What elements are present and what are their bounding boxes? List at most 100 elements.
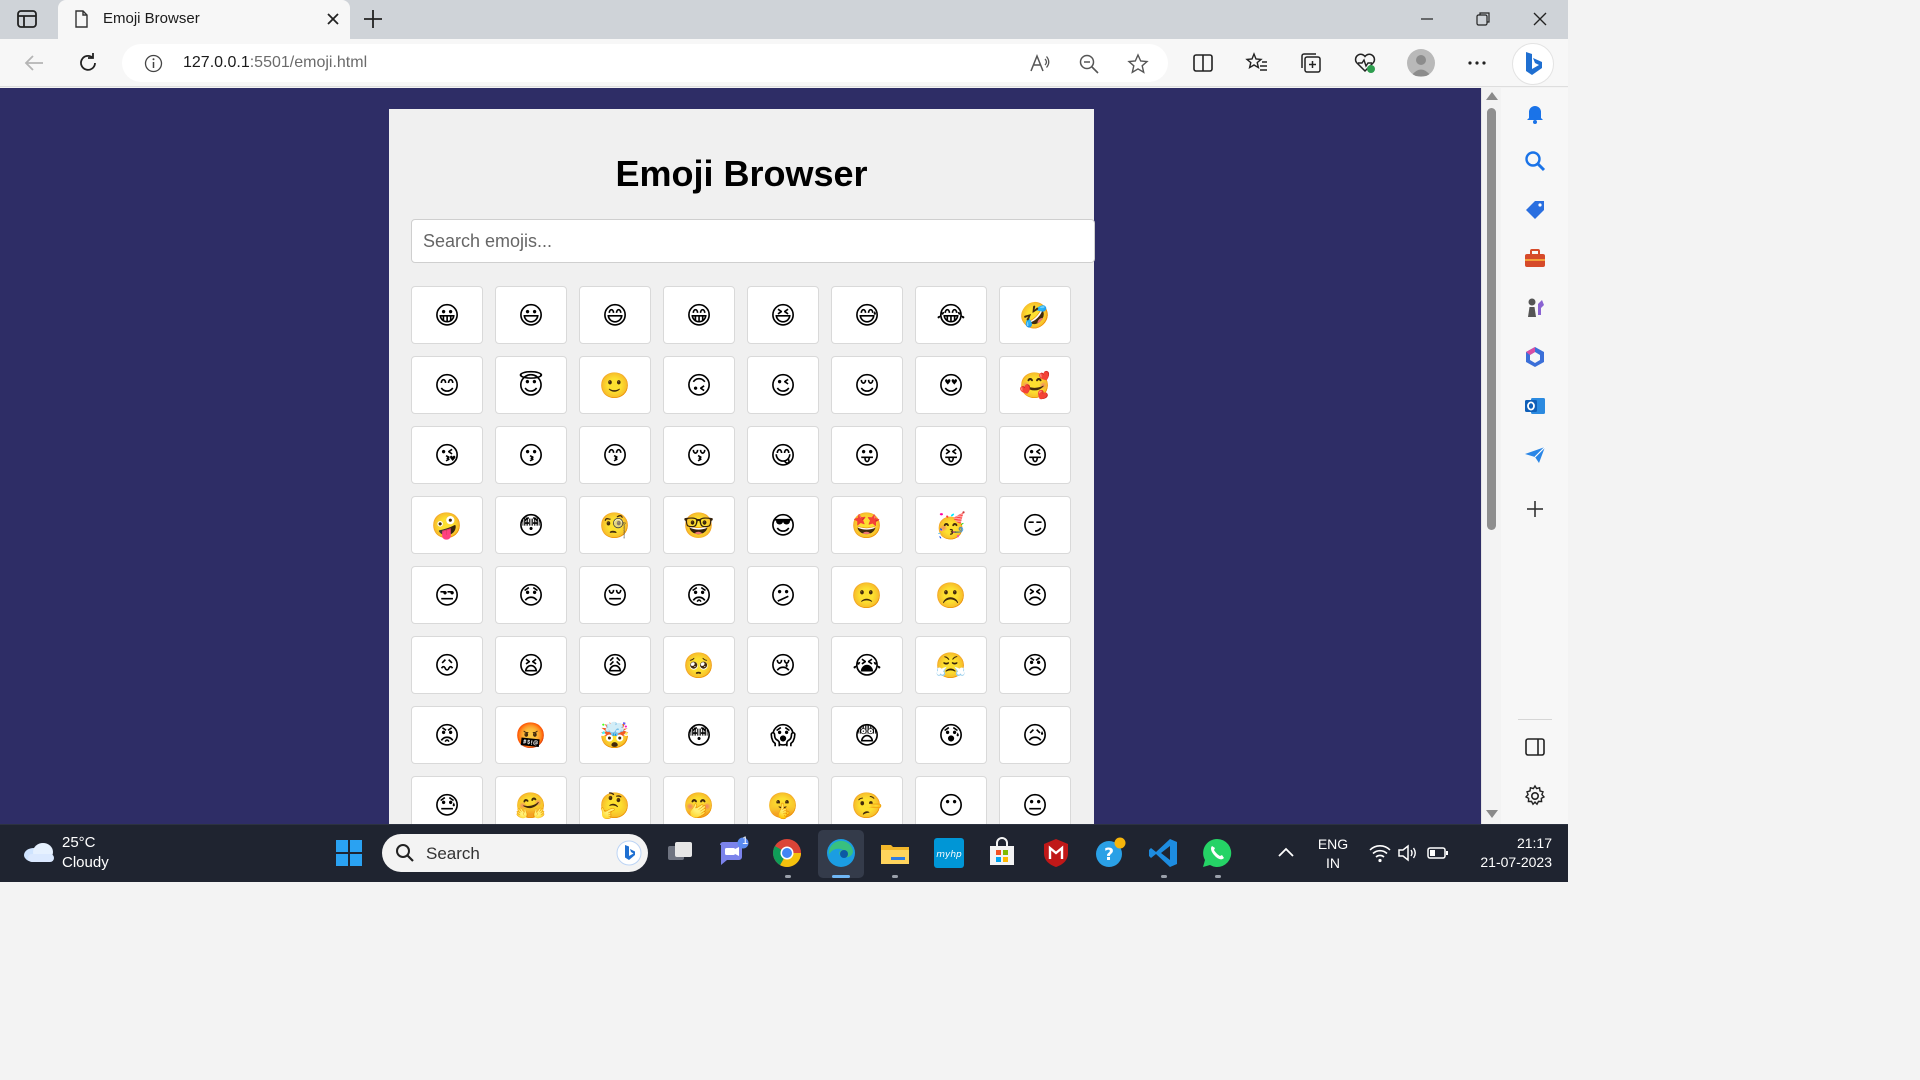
refresh-icon[interactable] <box>76 51 100 75</box>
site-info-icon[interactable] <box>144 54 163 73</box>
new-tab-icon[interactable] <box>362 8 384 30</box>
emoji-tile[interactable]: 😥 <box>999 706 1071 764</box>
emoji-tile[interactable]: 🤯 <box>579 706 651 764</box>
edge-icon[interactable] <box>825 837 857 869</box>
emoji-tile[interactable]: 😋 <box>747 426 819 484</box>
emoji-tile[interactable]: 🤫 <box>747 776 819 824</box>
notification-bell-icon[interactable] <box>1523 101 1547 125</box>
emoji-tile[interactable]: 😓 <box>411 776 483 824</box>
favorite-star-icon[interactable] <box>1127 53 1149 75</box>
outlook-icon[interactable] <box>1523 394 1547 418</box>
emoji-tile[interactable]: 😍 <box>915 356 987 414</box>
favorites-icon[interactable] <box>1245 51 1269 75</box>
close-tab-icon[interactable] <box>326 12 340 26</box>
emoji-tile[interactable]: 😭 <box>831 636 903 694</box>
search-icon[interactable] <box>1523 149 1547 173</box>
emoji-tile[interactable]: 😗 <box>495 426 567 484</box>
more-options-icon[interactable] <box>1465 51 1489 75</box>
emoji-tile[interactable]: 😐 <box>999 776 1071 824</box>
chrome-icon[interactable] <box>771 837 803 869</box>
emoji-tile[interactable]: 😀 <box>411 286 483 344</box>
read-aloud-icon[interactable] <box>1029 53 1051 75</box>
emoji-tile[interactable]: 😆 <box>747 286 819 344</box>
emoji-tile[interactable]: 🤬 <box>495 706 567 764</box>
emoji-tile[interactable]: 😎 <box>747 496 819 554</box>
weather-temperature[interactable]: 25°C <box>62 834 96 851</box>
tools-briefcase-icon[interactable] <box>1523 247 1547 271</box>
emoji-tile[interactable]: 🤭 <box>663 776 735 824</box>
emoji-tile[interactable]: 😉 <box>747 356 819 414</box>
get-help-icon[interactable]: ? <box>1094 837 1126 869</box>
emoji-tile[interactable]: 😏 <box>999 496 1071 554</box>
emoji-tile[interactable]: 😚 <box>663 426 735 484</box>
emoji-tile[interactable]: 😄 <box>579 286 651 344</box>
scroll-down-arrow[interactable] <box>1486 810 1498 818</box>
emoji-tile[interactable]: 🙂 <box>579 356 651 414</box>
cloud-weather-icon[interactable] <box>22 840 56 864</box>
emoji-tile[interactable]: 🤩 <box>831 496 903 554</box>
emoji-tile[interactable]: 😳 <box>663 706 735 764</box>
region-indicator[interactable]: IN <box>1311 855 1355 871</box>
shopping-tag-icon[interactable] <box>1523 198 1547 222</box>
volume-icon[interactable] <box>1396 841 1420 865</box>
tab-actions-icon[interactable] <box>16 9 38 29</box>
emoji-tile[interactable]: 😙 <box>579 426 651 484</box>
emoji-tile[interactable]: 😜 <box>999 426 1071 484</box>
emoji-tile[interactable]: 🤣 <box>999 286 1071 344</box>
emoji-tile[interactable]: 😒 <box>411 566 483 624</box>
emoji-tile[interactable]: 🤓 <box>663 496 735 554</box>
emoji-tile[interactable]: 😩 <box>579 636 651 694</box>
emoji-tile[interactable]: 😅 <box>831 286 903 344</box>
taskbar-search[interactable]: Search <box>382 834 648 872</box>
emoji-tile[interactable]: 🤪 <box>411 496 483 554</box>
task-view-icon[interactable] <box>664 837 696 869</box>
mcafee-shield-icon[interactable] <box>1040 837 1072 869</box>
emoji-tile[interactable]: ☹️ <box>915 566 987 624</box>
emoji-tile[interactable]: 😃 <box>495 286 567 344</box>
emoji-tile[interactable]: 😛 <box>831 426 903 484</box>
emoji-tile[interactable]: 😣 <box>999 566 1071 624</box>
vertical-scrollbar[interactable] <box>1481 88 1501 824</box>
battery-icon[interactable] <box>1426 841 1450 865</box>
wifi-icon[interactable] <box>1368 841 1392 865</box>
emoji-tile[interactable]: 😖 <box>411 636 483 694</box>
vscode-icon[interactable] <box>1148 837 1180 869</box>
emoji-tile[interactable]: 😟 <box>663 566 735 624</box>
language-indicator[interactable]: ENG <box>1311 836 1355 852</box>
games-chess-icon[interactable] <box>1523 296 1547 320</box>
scrollbar-thumb[interactable] <box>1487 108 1496 530</box>
emoji-tile[interactable]: 😳 <box>495 496 567 554</box>
profile-avatar[interactable] <box>1407 49 1435 77</box>
emoji-tile[interactable]: 😝 <box>915 426 987 484</box>
hide-sidebar-icon[interactable] <box>1523 735 1547 759</box>
emoji-tile[interactable]: 😌 <box>831 356 903 414</box>
split-screen-icon[interactable] <box>1191 51 1215 75</box>
file-explorer-icon[interactable] <box>879 837 911 869</box>
search-input[interactable] <box>411 219 1095 263</box>
whatsapp-icon[interactable] <box>1201 837 1233 869</box>
emoji-tile[interactable]: 😫 <box>495 636 567 694</box>
emoji-tile[interactable]: 🤥 <box>831 776 903 824</box>
scroll-up-arrow[interactable] <box>1486 92 1498 100</box>
address-bar[interactable]: 127.0.0.1:5501/emoji.html <box>122 44 1168 82</box>
windows-start-icon[interactable] <box>333 837 365 869</box>
microsoft-store-icon[interactable] <box>986 837 1018 869</box>
microsoft-365-icon[interactable] <box>1523 345 1547 369</box>
emoji-tile[interactable]: 😞 <box>495 566 567 624</box>
drop-send-icon[interactable] <box>1523 443 1547 467</box>
tab-emoji-browser[interactable]: Emoji Browser <box>58 0 350 39</box>
emoji-tile[interactable]: 🧐 <box>579 496 651 554</box>
emoji-tile[interactable]: 🤔 <box>579 776 651 824</box>
browser-essentials-icon[interactable] <box>1353 51 1377 75</box>
emoji-tile[interactable]: 😂 <box>915 286 987 344</box>
emoji-tile[interactable]: 🙃 <box>663 356 735 414</box>
emoji-tile[interactable]: 😰 <box>915 706 987 764</box>
bing-chat-button[interactable] <box>1512 43 1554 85</box>
emoji-tile[interactable]: 😤 <box>915 636 987 694</box>
emoji-tile[interactable]: 🤗 <box>495 776 567 824</box>
emoji-tile[interactable]: 😨 <box>831 706 903 764</box>
emoji-tile[interactable]: 😊 <box>411 356 483 414</box>
close-window-icon[interactable] <box>1531 10 1549 28</box>
emoji-tile[interactable]: 😔 <box>579 566 651 624</box>
emoji-tile[interactable]: 😕 <box>747 566 819 624</box>
